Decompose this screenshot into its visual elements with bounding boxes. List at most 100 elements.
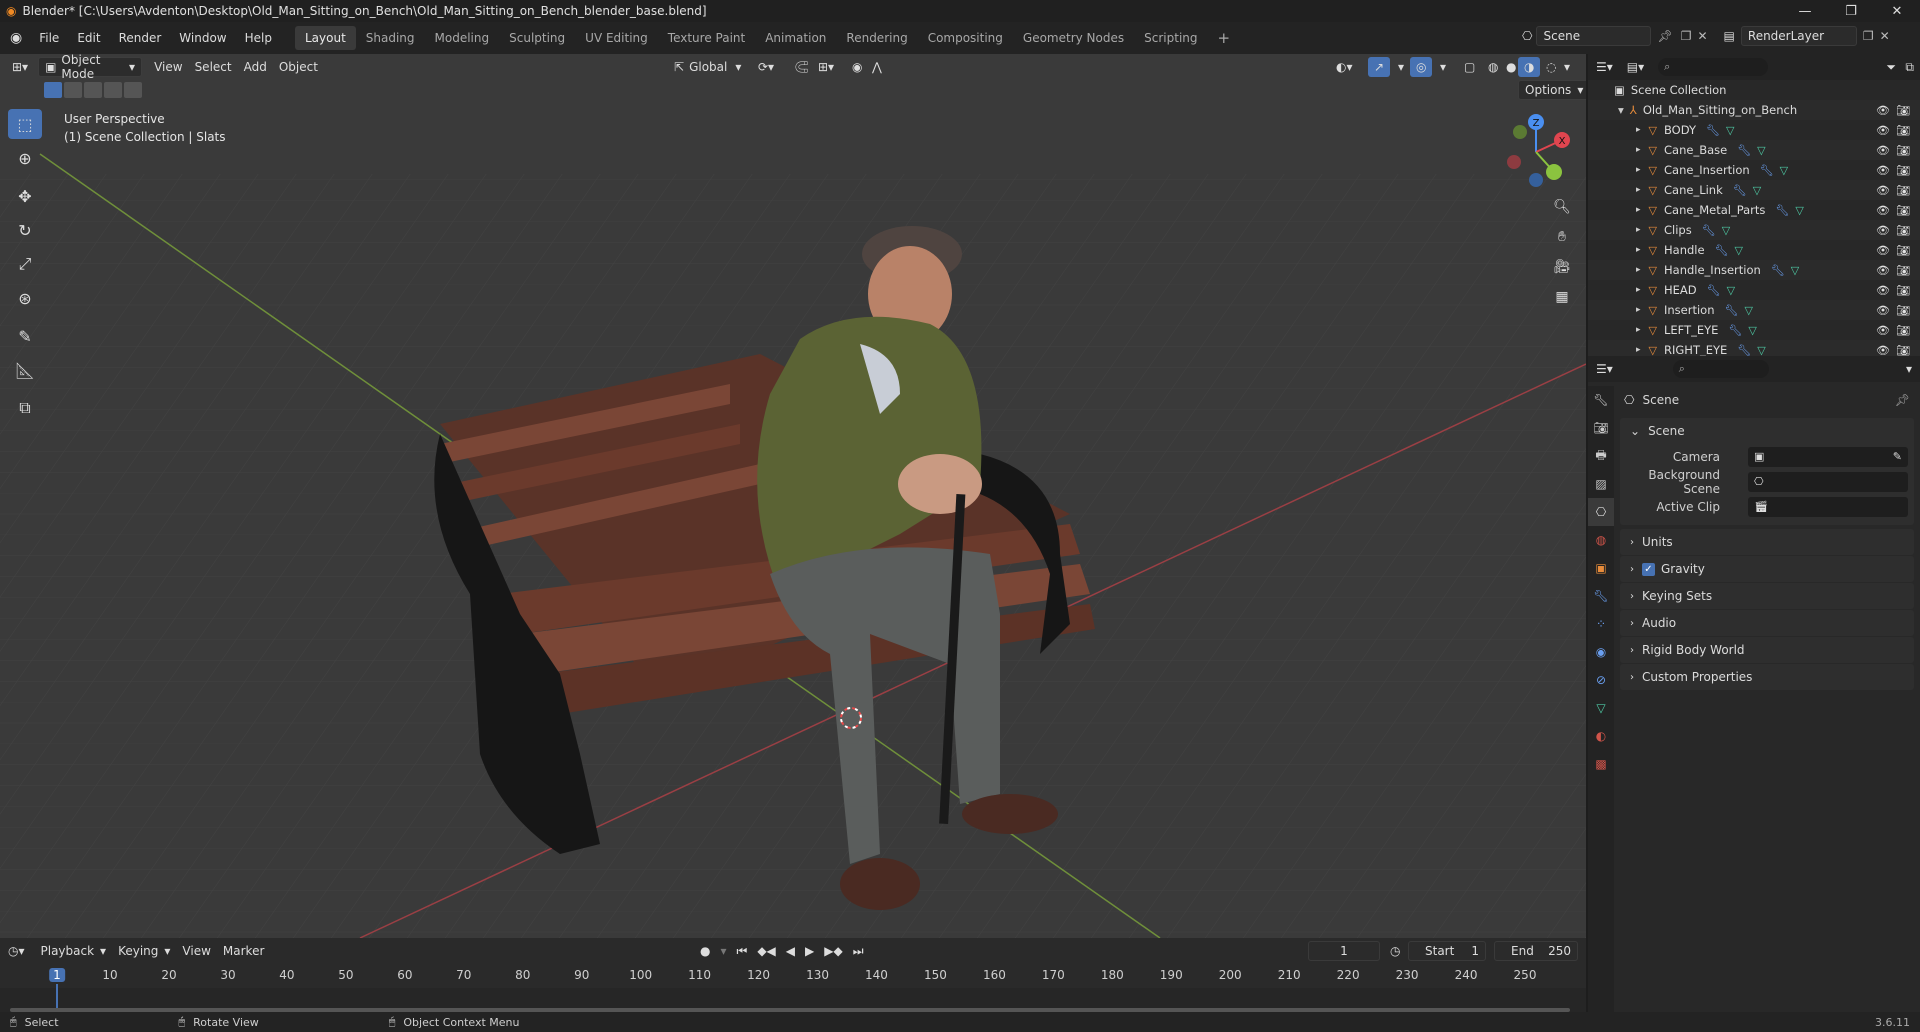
- neg-y-axis-icon[interactable]: [1513, 125, 1527, 139]
- mesh-data-icon[interactable]: ▽: [1780, 164, 1788, 177]
- outliner-object-row[interactable]: ▸ ▽ Handle 🔧︎ ▽ 👁︎ 📷︎: [1588, 240, 1920, 260]
- render-layer-selector[interactable]: RenderLayer: [1740, 26, 1857, 46]
- scene-panel-header[interactable]: ⌄ Scene: [1620, 418, 1914, 444]
- mesh-data-icon[interactable]: ▽: [1753, 184, 1761, 197]
- menu-view[interactable]: View: [148, 57, 188, 77]
- modifier-icon[interactable]: 🔧︎: [1737, 144, 1751, 157]
- expand-right-icon[interactable]: ▸: [1636, 185, 1641, 195]
- rotate-tool-icon[interactable]: ↻: [8, 215, 42, 245]
- expand-right-icon[interactable]: ▸: [1636, 125, 1641, 135]
- select-new-icon[interactable]: [44, 82, 62, 98]
- jump-end-icon[interactable]: ⏭: [853, 944, 864, 959]
- expand-right-icon[interactable]: ▸: [1636, 265, 1641, 275]
- overlay-toggle-icon[interactable]: ◎: [1410, 57, 1433, 77]
- expand-right-icon[interactable]: ▸: [1636, 345, 1641, 355]
- eye-icon[interactable]: 👁︎: [1876, 344, 1890, 357]
- tab-animation[interactable]: Animation: [755, 26, 836, 50]
- menu-select[interactable]: Select: [189, 57, 238, 77]
- tab-texture-paint[interactable]: Texture Paint: [658, 26, 755, 50]
- panel-rigid-body-world[interactable]: › Rigid Body World: [1620, 637, 1914, 663]
- camera-icon[interactable]: 📷︎: [1896, 184, 1910, 197]
- camera-icon[interactable]: 📷︎: [1896, 284, 1910, 297]
- options-dropdown[interactable]: Options ▾: [1518, 80, 1586, 100]
- end-frame-field[interactable]: End 250: [1494, 941, 1578, 961]
- background-scene-field[interactable]: ⎔: [1748, 471, 1908, 492]
- expand-down-icon[interactable]: ▾: [1618, 103, 1624, 117]
- pin-icon[interactable]: 📌︎: [1657, 29, 1672, 43]
- mesh-data-icon[interactable]: ▽: [1726, 124, 1734, 137]
- material-shading-icon[interactable]: ◑: [1518, 57, 1541, 77]
- minimize-button[interactable]: —: [1782, 0, 1828, 22]
- camera-icon[interactable]: 📷︎: [1896, 344, 1910, 357]
- snap-target-icon[interactable]: ⊞▾: [812, 57, 840, 77]
- eye-icon[interactable]: 👁︎: [1876, 104, 1890, 117]
- expand-right-icon[interactable]: ▸: [1636, 165, 1641, 175]
- menu-file[interactable]: File: [30, 26, 68, 50]
- pivot-point-icon[interactable]: ⟳▾: [752, 57, 780, 77]
- orientation-dropdown[interactable]: ⇱ Global ▾: [668, 57, 747, 77]
- mesh-data-icon[interactable]: ▽: [1727, 284, 1735, 297]
- modifier-icon[interactable]: 🔧︎: [1775, 204, 1789, 217]
- eyedropper-icon[interactable]: ✎: [1893, 450, 1902, 463]
- eye-icon[interactable]: 👁︎: [1876, 284, 1890, 297]
- expand-right-icon[interactable]: ▸: [1636, 325, 1641, 335]
- outliner-object-row[interactable]: ▸ ▽ BODY 🔧︎ ▽ 👁︎ 📷︎: [1588, 120, 1920, 140]
- transform-tool-icon[interactable]: ⊛: [8, 283, 42, 313]
- expand-right-icon[interactable]: ▸: [1636, 305, 1641, 315]
- mesh-data-icon[interactable]: ▽: [1735, 244, 1743, 257]
- scene-tab-icon[interactable]: ⎔: [1588, 498, 1614, 526]
- camera-icon[interactable]: 📷︎: [1896, 104, 1910, 117]
- outliner-editor-icon[interactable]: ☰▾: [1596, 60, 1613, 74]
- y-axis-icon[interactable]: [1546, 164, 1562, 180]
- outliner-object-row[interactable]: ▸ ▽ Cane_Metal_Parts 🔧︎ ▽ 👁︎ 📷︎: [1588, 200, 1920, 220]
- tab-layout[interactable]: Layout: [294, 26, 356, 50]
- outliner-object-row[interactable]: ▸ ▽ Cane_Link 🔧︎ ▽ 👁︎ 📷︎: [1588, 180, 1920, 200]
- outliner-search-input[interactable]: ⌕: [1658, 58, 1769, 76]
- tool-tab-icon[interactable]: 🔧︎: [1588, 386, 1614, 414]
- panel-audio[interactable]: › Audio: [1620, 610, 1914, 636]
- neg-x-axis-icon[interactable]: [1507, 155, 1521, 169]
- start-frame-field[interactable]: Start 1: [1408, 941, 1486, 961]
- menu-add[interactable]: Add: [238, 57, 273, 77]
- modifier-icon[interactable]: 🔧︎: [1707, 284, 1721, 297]
- modifier-icon[interactable]: 🔧︎: [1702, 224, 1716, 237]
- navigation-gizmo[interactable]: Z X: [1496, 110, 1576, 190]
- jump-keyframe-forward-icon[interactable]: ▶◆: [824, 944, 842, 958]
- camera-icon[interactable]: 📷︎: [1896, 144, 1910, 157]
- eye-icon[interactable]: 👁︎: [1876, 304, 1890, 317]
- data-tab-icon[interactable]: ▽: [1588, 694, 1614, 722]
- constraints-tab-icon[interactable]: ⊘: [1588, 666, 1614, 694]
- scale-tool-icon[interactable]: ⤢: [8, 249, 42, 279]
- menu-window[interactable]: Window: [170, 26, 235, 50]
- scene-icon[interactable]: ⎔: [1522, 29, 1532, 43]
- display-mode-icon[interactable]: ▤▾: [1627, 60, 1644, 74]
- shading-dropdown-icon[interactable]: ▾: [1558, 57, 1576, 77]
- mesh-data-icon[interactable]: ▽: [1791, 264, 1799, 277]
- current-frame-field[interactable]: 1: [1308, 941, 1380, 961]
- record-icon[interactable]: ●: [700, 944, 710, 958]
- menu-marker[interactable]: Marker: [217, 941, 270, 961]
- overlay-dropdown-icon[interactable]: ▾: [1434, 57, 1452, 77]
- move-tool-icon[interactable]: ✥: [8, 181, 42, 211]
- modifier-icon[interactable]: 🔧︎: [1771, 264, 1785, 277]
- modifier-icon[interactable]: 🔧︎: [1728, 324, 1742, 337]
- measure-tool-icon[interactable]: 📐︎: [8, 355, 42, 385]
- xray-icon[interactable]: ▢: [1458, 57, 1481, 77]
- 3d-viewport[interactable]: ⊞▾ ▣ Object Mode ▾ View Select Add Objec…: [0, 54, 1586, 938]
- tab-compositing[interactable]: Compositing: [918, 26, 1013, 50]
- mesh-data-icon[interactable]: ▽: [1757, 344, 1765, 357]
- gravity-checkbox[interactable]: ✓: [1642, 562, 1655, 576]
- maximize-button[interactable]: ❐: [1828, 0, 1874, 22]
- close-button[interactable]: ✕: [1874, 0, 1920, 22]
- stopwatch-icon[interactable]: ◷: [1390, 944, 1400, 958]
- eye-icon[interactable]: 👁︎: [1876, 324, 1890, 337]
- modifier-icon[interactable]: 🔧︎: [1733, 184, 1747, 197]
- camera-view-icon[interactable]: 🎥︎: [1549, 254, 1575, 280]
- camera-icon[interactable]: 📷︎: [1896, 304, 1910, 317]
- falloff-icon[interactable]: ⋀: [866, 57, 888, 77]
- filter-icon[interactable]: ⏷: [1886, 60, 1896, 75]
- tab-geometry-nodes[interactable]: Geometry Nodes: [1013, 26, 1134, 50]
- object-tab-icon[interactable]: ▣: [1588, 554, 1614, 582]
- add-workspace-icon[interactable]: +: [1208, 26, 1241, 50]
- world-tab-icon[interactable]: ◍: [1588, 526, 1614, 554]
